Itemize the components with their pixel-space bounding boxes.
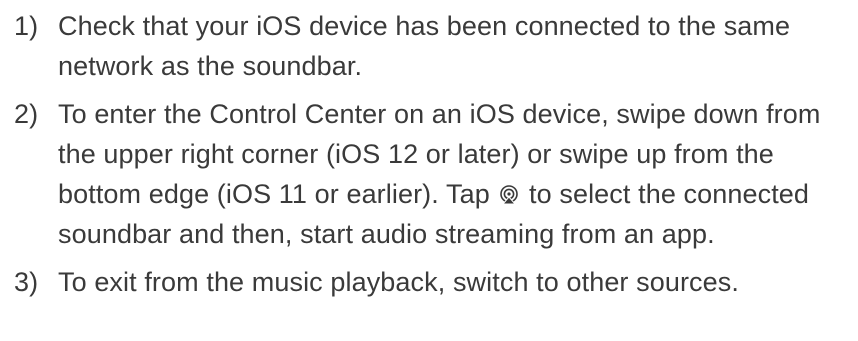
step-number: 2) (14, 99, 39, 129)
list-item: 2) To enter the Control Center on an iOS… (14, 94, 854, 254)
step-text: Check that your iOS device has been conn… (58, 11, 791, 81)
instruction-list: 1) Check that your iOS device has been c… (14, 6, 854, 302)
step-text: To exit from the music playback, switch … (58, 267, 739, 297)
list-item: 3) To exit from the music playback, swit… (14, 262, 854, 302)
step-number: 3) (14, 267, 39, 297)
list-item: 1) Check that your iOS device has been c… (14, 6, 854, 86)
step-number: 1) (14, 11, 39, 41)
airplay-icon (499, 176, 519, 205)
step-text: To enter the Control Center on an iOS de… (58, 94, 854, 254)
